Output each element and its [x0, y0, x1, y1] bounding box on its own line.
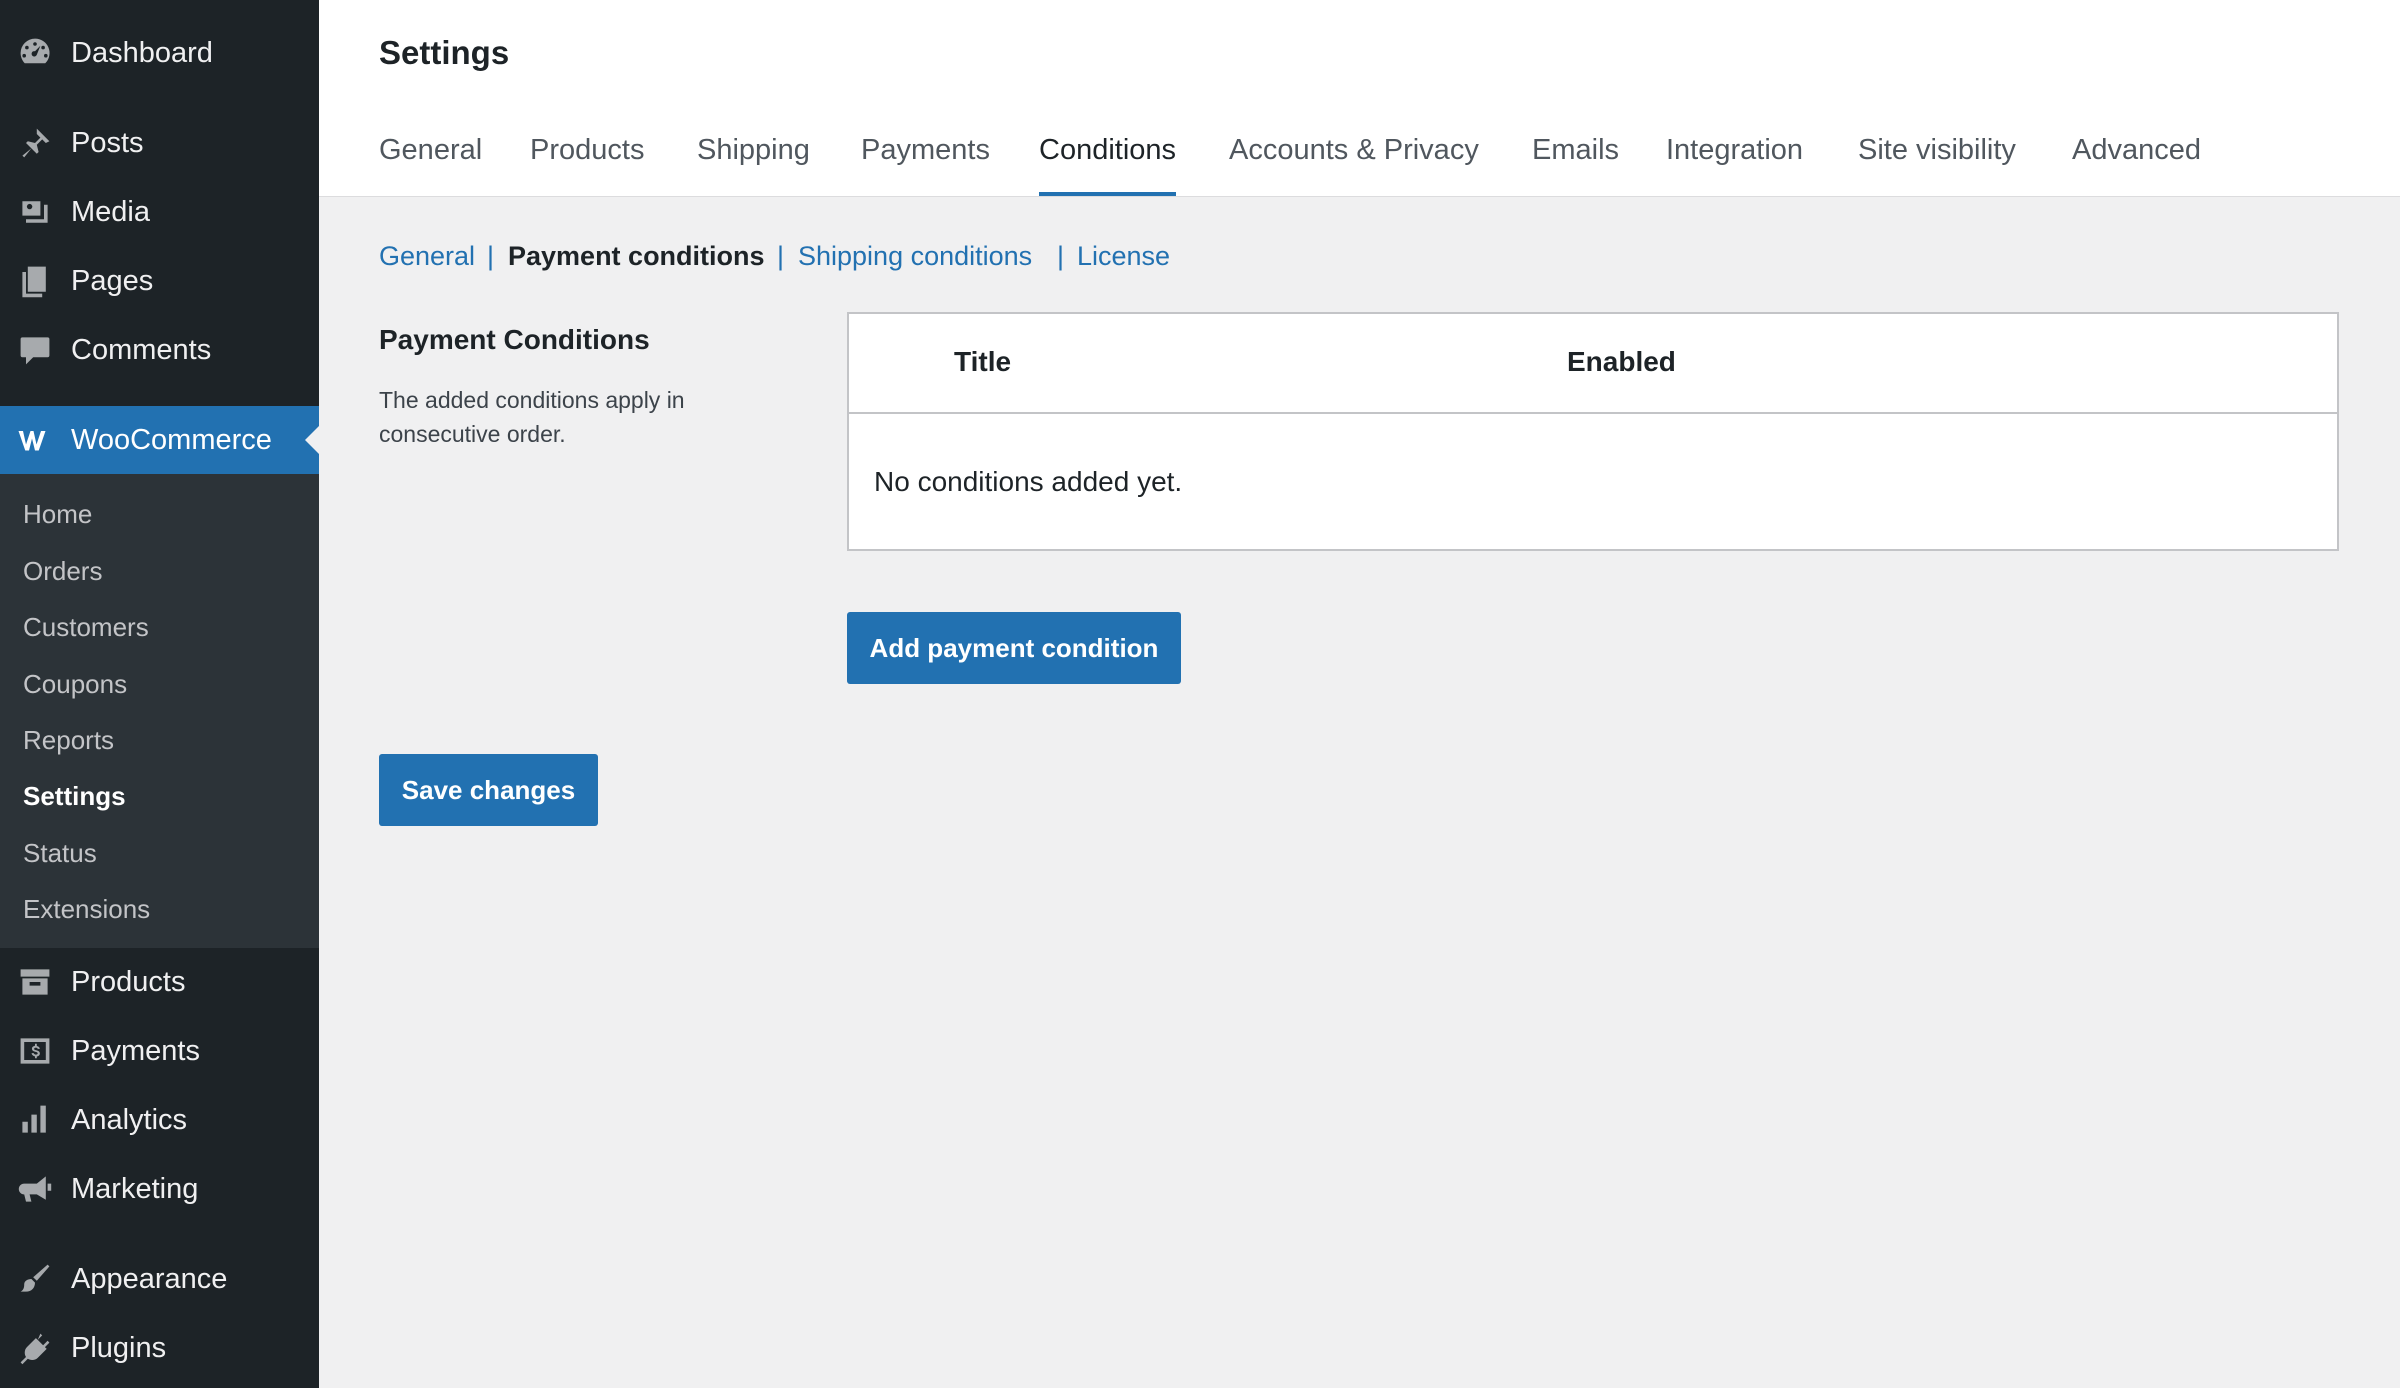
tab-accounts-privacy[interactable]: Accounts & Privacy [1229, 134, 1479, 196]
menu-label: Pages [71, 264, 154, 297]
section-title: Payment Conditions [379, 324, 650, 355]
menu-item-marketing[interactable]: Marketing [0, 1159, 319, 1219]
menu-item-posts[interactable]: Posts [0, 113, 319, 173]
menu-item-pages[interactable]: Pages [0, 251, 319, 311]
subnav-license[interactable]: License [1077, 241, 1170, 272]
column-header-enabled: Enabled [1567, 346, 1676, 377]
menu-label: Plugins [71, 1331, 167, 1364]
add-payment-condition-button[interactable]: Add payment condition [847, 612, 1181, 684]
menu-label: Posts [71, 126, 144, 159]
menu-item-payments[interactable]: Payments [0, 1021, 319, 1081]
submenu-item-home[interactable]: Home [23, 494, 92, 534]
page-title: Settings [379, 34, 510, 71]
dollar-icon [15, 1031, 55, 1071]
column-header-title: Title [954, 346, 1012, 377]
submenu-item-customers[interactable]: Customers [23, 607, 149, 647]
tab-shipping[interactable]: Shipping [697, 134, 810, 196]
media-icon [15, 192, 55, 232]
subnav-general[interactable]: General [379, 241, 475, 272]
submenu-item-status[interactable]: Status [23, 833, 97, 873]
paintbrush-icon [15, 1259, 55, 1299]
conditions-table: Title Enabled No conditions added yet. [847, 312, 2339, 551]
tab-products[interactable]: Products [530, 134, 644, 196]
menu-label: Analytics [71, 1103, 188, 1136]
menu-label: Products [71, 965, 186, 998]
menu-label: Dashboard [71, 36, 213, 69]
menu-item-analytics[interactable]: Analytics [0, 1090, 319, 1150]
archive-icon [15, 962, 55, 1002]
menu-label: Payments [71, 1034, 200, 1067]
menu-label: Marketing [71, 1172, 199, 1205]
plugin-icon [15, 1328, 55, 1368]
subnav-separator: | [487, 241, 495, 271]
megaphone-icon [15, 1169, 55, 1209]
menu-item-media[interactable]: Media [0, 182, 319, 242]
menu-item-woocommerce[interactable]: WooCommerce [0, 406, 319, 474]
pin-icon [15, 123, 55, 163]
current-menu-arrow [305, 426, 319, 454]
menu-item-comments[interactable]: Comments [0, 320, 319, 380]
submenu-item-coupons[interactable]: Coupons [23, 664, 127, 704]
table-header: Title Enabled [849, 314, 2337, 414]
pages-icon [15, 261, 55, 301]
bar-chart-icon [15, 1100, 55, 1140]
subnav-separator: | [1057, 241, 1065, 271]
admin-sidebar: Dashboard Posts Media Pages Comments Woo… [0, 0, 319, 1388]
submenu-item-extensions[interactable]: Extensions [23, 889, 150, 929]
dashboard-icon [15, 33, 55, 73]
subnav-payment-conditions: Payment conditions [508, 241, 765, 271]
section-description: The added conditions apply in consecutiv… [379, 387, 685, 447]
menu-label: Comments [71, 333, 212, 366]
woocommerce-submenu: Home Orders Customers Coupons Reports Se… [0, 474, 319, 948]
menu-label: WooCommerce [71, 423, 272, 456]
tab-general[interactable]: General [379, 134, 482, 196]
settings-header: Settings General Products Shipping Payme… [319, 0, 2400, 197]
tab-integration[interactable]: Integration [1666, 134, 1803, 196]
tab-emails[interactable]: Emails [1532, 134, 1619, 196]
submenu-item-settings[interactable]: Settings [23, 776, 126, 816]
subnav-separator: | [777, 241, 785, 271]
tab-site-visibility[interactable]: Site visibility [1858, 134, 2016, 196]
empty-table-message: No conditions added yet. [874, 466, 1183, 497]
submenu-item-reports[interactable]: Reports [23, 720, 114, 760]
save-changes-button[interactable]: Save changes [379, 754, 598, 826]
comment-icon [15, 330, 55, 370]
menu-item-products[interactable]: Products [0, 952, 319, 1012]
submenu-item-orders[interactable]: Orders [23, 551, 102, 591]
menu-label: Media [71, 195, 150, 228]
menu-item-appearance[interactable]: Appearance [0, 1249, 319, 1309]
tab-conditions[interactable]: Conditions [1039, 134, 1177, 196]
menu-label: Appearance [71, 1262, 228, 1295]
tab-advanced[interactable]: Advanced [2072, 134, 2201, 196]
menu-item-dashboard[interactable]: Dashboard [0, 23, 319, 83]
subnav-shipping-conditions[interactable]: Shipping conditions [798, 241, 1032, 272]
tab-payments[interactable]: Payments [861, 134, 990, 196]
woocommerce-icon [15, 420, 55, 460]
menu-item-plugins[interactable]: Plugins [0, 1318, 319, 1378]
